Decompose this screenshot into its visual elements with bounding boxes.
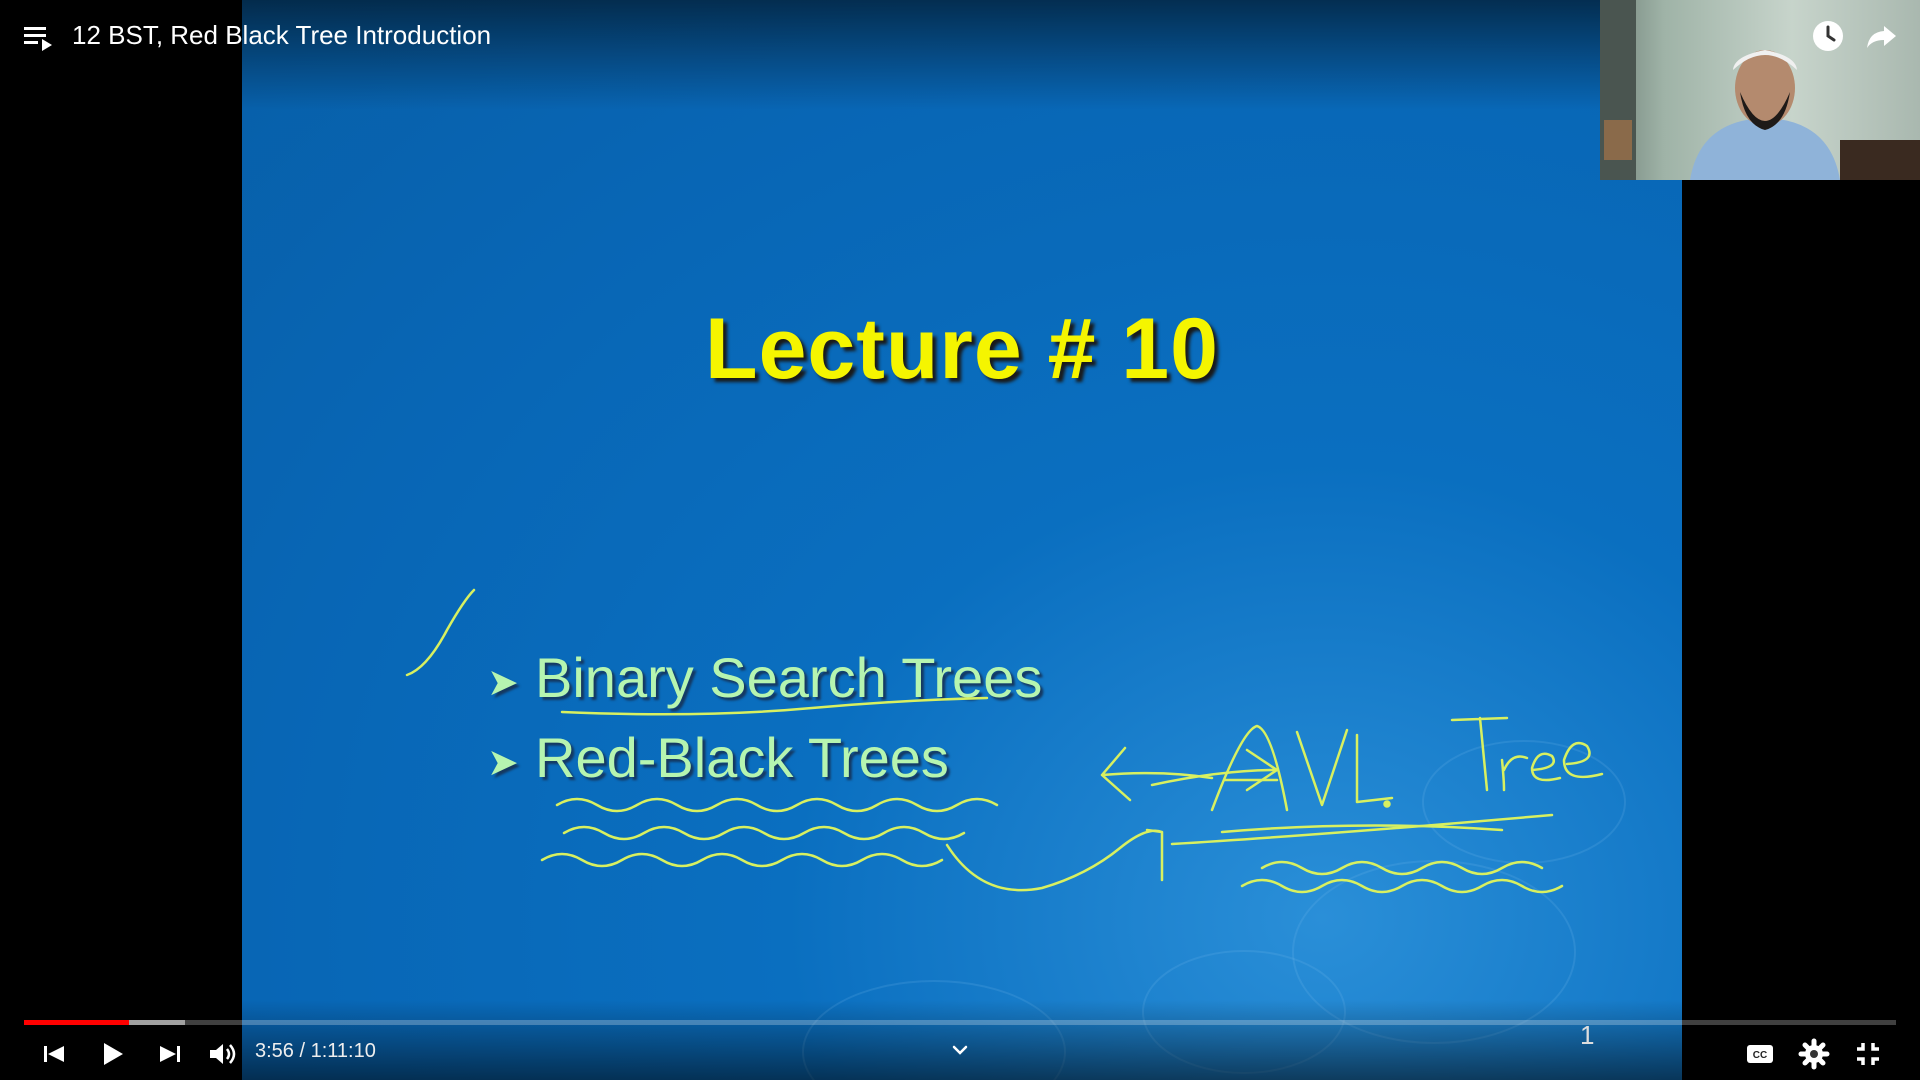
handwritten-v (1295, 728, 1349, 807)
arrow-stroke (1100, 746, 1214, 802)
handwritten-l (1355, 733, 1394, 804)
chevron-down-icon[interactable] (950, 1040, 970, 1060)
pen-annotations (405, 588, 1604, 894)
captions-icon[interactable]: CC (1742, 1036, 1778, 1072)
slide-page-number: 1 (1580, 1020, 1595, 1050)
video-title[interactable]: 12 BST, Red Black Tree Introduction (72, 20, 491, 51)
handwritten-r (1500, 755, 1529, 792)
svg-text:CC: CC (1753, 1050, 1767, 1061)
arrow-stroke (1150, 748, 1279, 792)
video-player[interactable]: Lecture # 10 ➤ Binary Search Trees ➤ Red-B… (0, 0, 1920, 1080)
settings-icon[interactable] (1796, 1036, 1832, 1072)
time-display: 3:56 / 1:11:10 (255, 1040, 376, 1062)
wavy-stroke (562, 825, 966, 841)
lecture-slide: Lecture # 10 ➤ Binary Search Trees ➤ Red-B… (242, 0, 1682, 1080)
curve-arrow-stroke (945, 828, 1164, 892)
wavy-stroke (1260, 860, 1544, 876)
checkmark-stroke (405, 588, 476, 677)
handwritten-e (1562, 741, 1604, 779)
wavy-stroke (1240, 878, 1564, 894)
exit-fullscreen-icon[interactable] (1850, 1036, 1886, 1072)
handwritten-dot (1383, 800, 1391, 808)
watch-later-icon[interactable] (1810, 18, 1846, 54)
share-icon[interactable] (1864, 18, 1900, 54)
previous-icon[interactable] (36, 1036, 72, 1072)
played-bar (24, 1020, 129, 1025)
wavy-stroke (540, 852, 944, 868)
handwritten-e (1530, 752, 1562, 782)
underline-stroke (560, 696, 989, 716)
play-icon[interactable] (94, 1036, 130, 1072)
progress-bar[interactable] (24, 1020, 1896, 1025)
handwritten-t (1450, 716, 1509, 792)
next-icon[interactable] (152, 1036, 188, 1072)
playlist-icon[interactable] (22, 22, 56, 52)
wavy-stroke (555, 797, 999, 813)
volume-icon[interactable] (205, 1036, 241, 1072)
